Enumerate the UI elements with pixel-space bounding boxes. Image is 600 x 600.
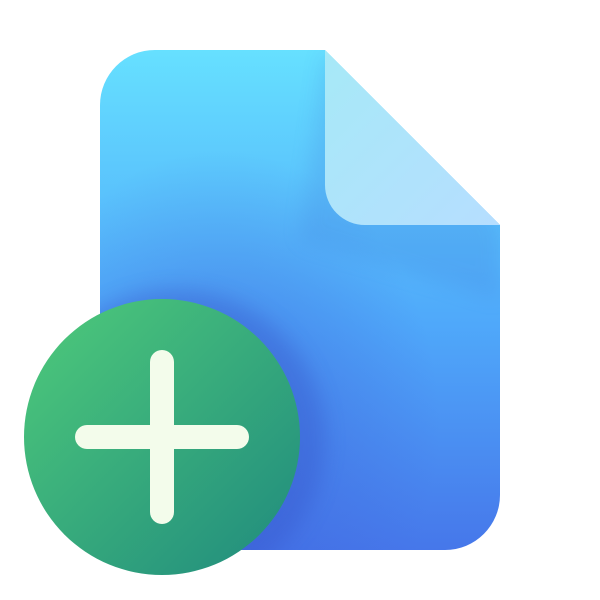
add-badge: [24, 299, 300, 575]
icon-canvas: [0, 0, 600, 600]
folded-corner: [325, 50, 500, 225]
new-document-icon: [24, 50, 500, 575]
